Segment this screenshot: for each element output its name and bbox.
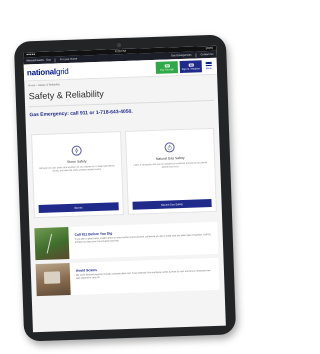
flame-icon (164, 142, 176, 153)
region-selector[interactable]: Massachusetts · Gas (26, 59, 50, 63)
gas-safety-card: Natural Gas Safety Learn to recognize an… (124, 127, 217, 215)
user-icon (188, 63, 194, 67)
national-grid-logo[interactable]: nationalgrid (27, 66, 69, 76)
pay-bill-button[interactable]: Pay Your Bill (155, 61, 179, 74)
sign-in-button[interactable]: Sign In / Register (179, 60, 203, 74)
audience-selector[interactable]: For your Home (60, 58, 77, 62)
contact-link[interactable]: Contact Us (201, 53, 214, 56)
storm-icon (71, 145, 82, 156)
breadcrumb-separator: › (36, 84, 38, 88)
strip-body: Avoid Scams We never demand payment thro… (70, 258, 220, 295)
tablet-device: ●●●●● 4:20 PM 100% Massachusetts · Gas F… (13, 34, 237, 342)
header-actions: Pay Your Bill Sign In / Register Menu (155, 60, 214, 74)
avoid-scams-section[interactable]: Avoid Scams We never demand payment thro… (35, 257, 220, 297)
divider (54, 57, 56, 62)
gas-emergencies-link[interactable]: Gas Emergencies (171, 54, 192, 58)
natural-gas-safety-button[interactable]: Natural Gas Safety (131, 198, 212, 210)
menu-label: Menu (205, 67, 212, 71)
camera-dot (116, 43, 122, 48)
carrier-signal: ●●●●● (26, 52, 36, 57)
pay-bill-label: Pay Your Bill (160, 67, 174, 72)
safety-cards: Storm Safety Although we can't predict t… (26, 112, 222, 219)
strip-body: Call 811 Before You Dig If you plan to p… (68, 222, 218, 259)
clock: 4:20 PM (114, 48, 127, 54)
divider (195, 52, 197, 57)
tablet-screen: ●●●●● 4:20 PM 100% Massachusetts · Gas F… (23, 45, 226, 333)
call-811-section[interactable]: Call 811 Before You Dig If you plan to p… (34, 221, 219, 261)
card-description: Learn to recognize and react to dangerou… (133, 162, 208, 169)
storm-safety-card: Storm Safety Although we can't predict t… (31, 131, 124, 219)
card-description: Although we can't predict the weather, w… (39, 165, 115, 173)
menu-button[interactable]: Menu (204, 60, 214, 72)
digging-photo (34, 227, 70, 261)
breadcrumb-home[interactable]: Home (28, 84, 35, 87)
scam-photo (35, 262, 71, 297)
battery-level: 100% (205, 45, 214, 51)
storms-button[interactable]: Storms (38, 202, 119, 214)
sign-in-label: Sign In / Register (181, 66, 201, 71)
bill-icon (164, 63, 170, 68)
